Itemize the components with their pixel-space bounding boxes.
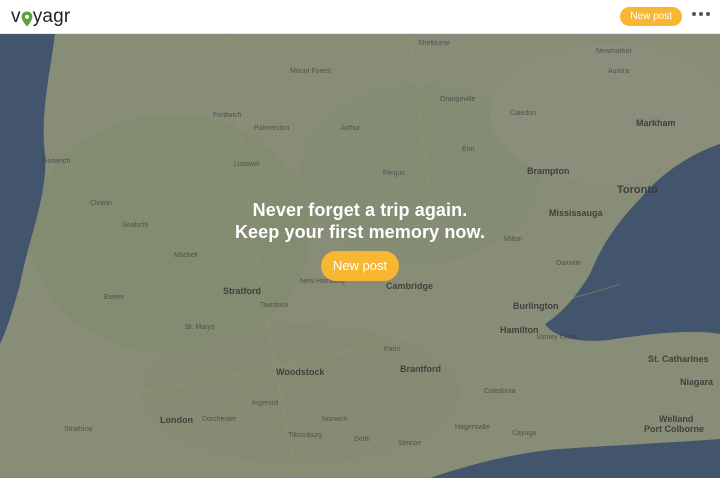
hero-line-1: Never forget a trip again. [252,200,468,220]
dot [699,12,703,16]
map-background[interactable]: Shelburne Mount Forest Orangeville Caled… [0,34,720,478]
more-horizontal-icon[interactable] [692,12,710,16]
hero-line-2: Keep your first memory now. [234,222,486,242]
logo-text-start: v [11,6,21,27]
logo-text-end: yagr [32,6,71,27]
dot [706,12,710,16]
new-post-button[interactable]: New post [620,7,682,26]
dot [692,12,696,16]
hero-new-post-button[interactable]: New post [321,251,399,281]
top-navigation-bar: v yagr New post [0,0,720,34]
hero-message: Never forget a trip again. Keep your fir… [0,199,720,243]
voyagr-logo[interactable]: v yagr [11,6,70,28]
map-pin-icon [21,11,33,27]
